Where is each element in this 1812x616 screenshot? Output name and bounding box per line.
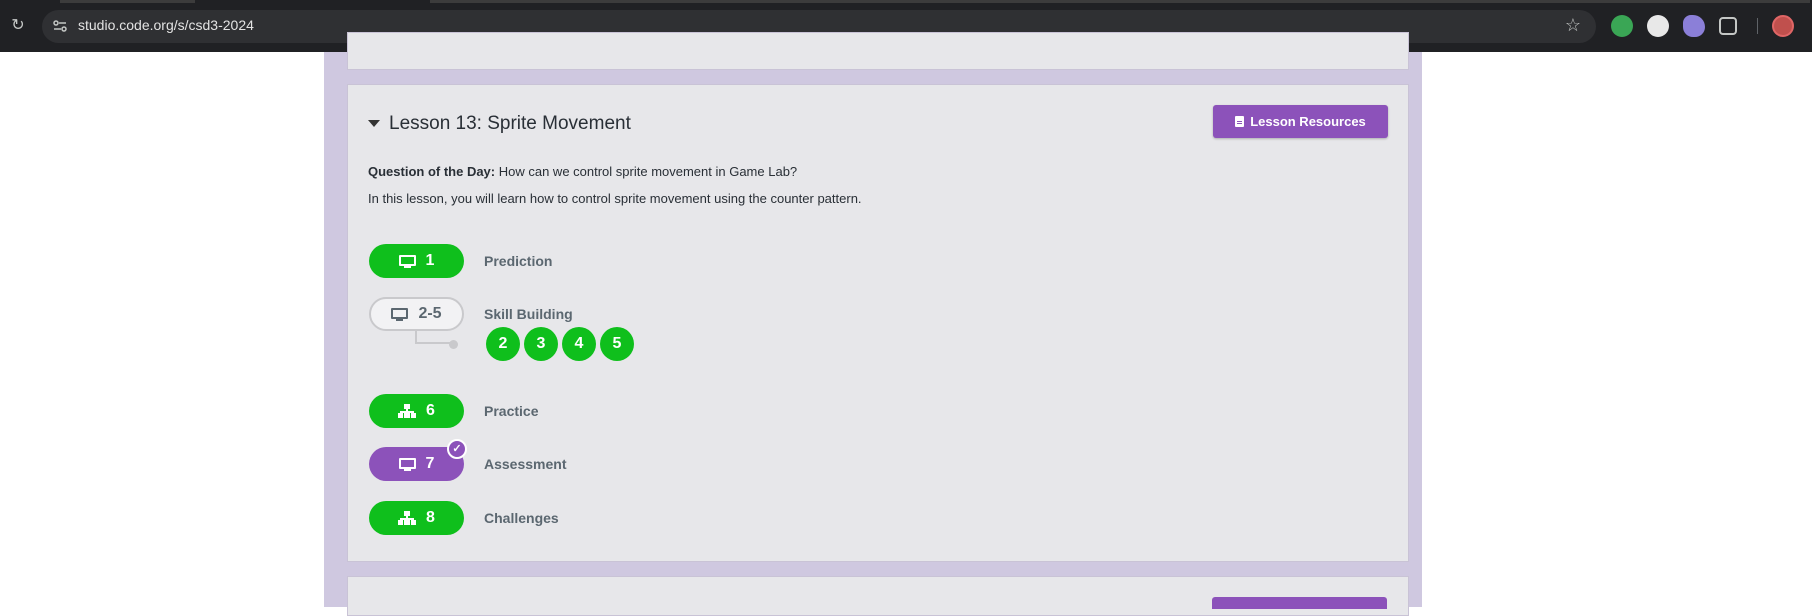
url-text[interactable]: studio.code.org/s/csd3-2024 xyxy=(78,17,254,33)
collapse-caret-icon[interactable] xyxy=(368,120,380,127)
checkmark-icon: ✓ xyxy=(447,439,467,459)
level-number: 2-5 xyxy=(418,305,442,322)
previous-lesson-card xyxy=(347,32,1409,70)
bookmark-star-icon[interactable]: ☆ xyxy=(1562,14,1584,36)
toolbar-divider xyxy=(1757,18,1758,34)
extension-robot-icon[interactable] xyxy=(1611,15,1633,37)
tab-hint xyxy=(60,0,195,3)
monitor-icon xyxy=(398,254,416,268)
sublevel-bubble-5[interactable]: 5 xyxy=(600,327,634,361)
next-lesson-resources-button[interactable] xyxy=(1212,597,1387,609)
monitor-icon xyxy=(398,457,416,471)
next-lesson-card xyxy=(347,576,1409,616)
extensions-puzzle-icon[interactable] xyxy=(1719,17,1737,35)
tab-hint xyxy=(430,0,1810,3)
level-number: 6 xyxy=(426,402,435,419)
sublevel-bubble-2[interactable]: 2 xyxy=(486,327,520,361)
extension-blob-icon[interactable] xyxy=(1683,15,1705,37)
level-number: 7 xyxy=(425,455,435,472)
level-number: 8 xyxy=(426,509,435,526)
sitemap-icon xyxy=(398,511,417,525)
document-icon xyxy=(1235,116,1245,127)
level-bubble-8[interactable]: 8 xyxy=(369,501,464,535)
level-number: 1 xyxy=(425,252,435,269)
page-content: Lesson 13: Sprite Movement Lesson Resour… xyxy=(0,32,1812,616)
site-info-icon[interactable] xyxy=(50,16,70,36)
sublevel-connector xyxy=(415,330,451,344)
level-bubble-1[interactable]: 1 xyxy=(369,244,464,278)
level-label-prediction[interactable]: Prediction xyxy=(484,253,552,269)
profile-avatar[interactable] xyxy=(1772,15,1794,37)
level-label-practice[interactable]: Practice xyxy=(484,403,538,419)
lesson-resources-label: Lesson Resources xyxy=(1250,114,1366,129)
sublevel-bubble-4[interactable]: 4 xyxy=(562,327,596,361)
sitemap-icon xyxy=(398,404,417,418)
lesson-title[interactable]: Lesson 13: Sprite Movement xyxy=(389,113,631,135)
level-group-2-5[interactable]: 2-5 xyxy=(369,297,464,331)
lesson-card: Lesson 13: Sprite Movement Lesson Resour… xyxy=(347,84,1409,562)
qotd-text: How can we control sprite movement in Ga… xyxy=(495,164,798,179)
lesson-resources-button[interactable]: Lesson Resources xyxy=(1213,105,1388,138)
level-label-skill-building[interactable]: Skill Building xyxy=(484,306,573,322)
sublevel-connector-dot xyxy=(449,340,458,349)
sublevel-bubble-3[interactable]: 3 xyxy=(524,327,558,361)
reload-icon[interactable]: ↻ xyxy=(8,16,28,36)
lesson-description: In this lesson, you will learn how to co… xyxy=(368,191,862,206)
level-label-assessment[interactable]: Assessment xyxy=(484,456,567,472)
level-bubble-6[interactable]: 6 xyxy=(369,394,464,428)
level-label-challenges[interactable]: Challenges xyxy=(484,510,559,526)
question-of-the-day: Question of the Day: How can we control … xyxy=(368,164,797,179)
level-bubble-7[interactable]: 7 ✓ xyxy=(369,439,467,481)
extension-circle-icon[interactable] xyxy=(1647,15,1669,37)
monitor-icon xyxy=(391,307,409,321)
qotd-label: Question of the Day: xyxy=(368,164,496,179)
